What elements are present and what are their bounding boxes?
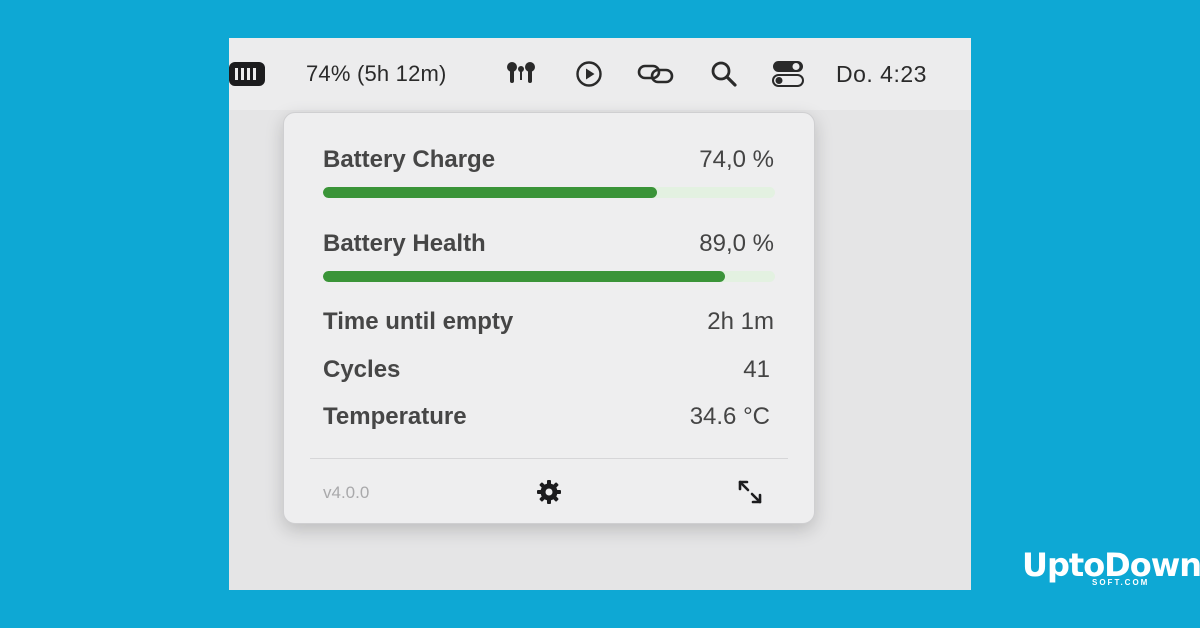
battery-charge-row: Battery Charge 74,0 % bbox=[323, 145, 774, 175]
temperature-label: Temperature bbox=[323, 403, 467, 430]
temperature-row: Temperature 34.6 °C bbox=[323, 402, 774, 432]
battery-health-value: 89,0 % bbox=[699, 230, 774, 257]
time-until-empty-value: 2h 1m bbox=[707, 308, 774, 335]
desktop-screenshot: 74% (5h 12m) Do. 4:23 Battery Charge 74,… bbox=[229, 38, 971, 590]
search-icon[interactable] bbox=[710, 38, 738, 110]
popover-divider bbox=[310, 458, 788, 459]
battery-health-bar-fill bbox=[323, 271, 726, 282]
uptodown-logo: UptoDown SOFT.COM bbox=[1022, 548, 1200, 588]
airpods-icon[interactable] bbox=[503, 38, 539, 110]
cycles-label: Cycles bbox=[323, 356, 401, 383]
menu-bar-clock[interactable]: Do. 4:23 bbox=[836, 38, 927, 110]
temperature-value: 34.6 °C bbox=[689, 403, 770, 430]
version-label: v4.0.0 bbox=[323, 483, 370, 502]
battery-icon[interactable] bbox=[229, 38, 267, 110]
expand-icon[interactable] bbox=[736, 478, 764, 511]
battery-percentage-text[interactable]: 74% (5h 12m) bbox=[306, 38, 447, 110]
control-center-icon[interactable] bbox=[772, 38, 804, 110]
gear-icon[interactable] bbox=[535, 478, 563, 511]
battery-health-row: Battery Health 89,0 % bbox=[323, 229, 774, 259]
battery-charge-value: 74,0 % bbox=[699, 146, 774, 173]
battery-popover: Battery Charge 74,0 % Battery Health 89,… bbox=[283, 112, 815, 524]
cycles-row: Cycles 41 bbox=[323, 355, 774, 385]
play-circle-icon[interactable] bbox=[575, 38, 603, 110]
time-until-empty-row: Time until empty 2h 1m bbox=[323, 307, 774, 337]
battery-health-label: Battery Health bbox=[323, 230, 486, 257]
battery-charge-label: Battery Charge bbox=[323, 146, 496, 173]
menu-bar: 74% (5h 12m) Do. 4:23 bbox=[229, 38, 971, 110]
battery-charge-bar bbox=[323, 187, 775, 198]
uptodown-logo-subtext: SOFT.COM bbox=[1092, 578, 1150, 587]
battery-health-bar bbox=[323, 271, 775, 282]
cycles-value: 41 bbox=[743, 356, 770, 383]
link-icon[interactable] bbox=[637, 38, 675, 110]
time-until-empty-label: Time until empty bbox=[323, 308, 514, 335]
battery-charge-bar-fill bbox=[323, 187, 658, 198]
uptodown-logo-text: UptoDown bbox=[1022, 546, 1200, 584]
